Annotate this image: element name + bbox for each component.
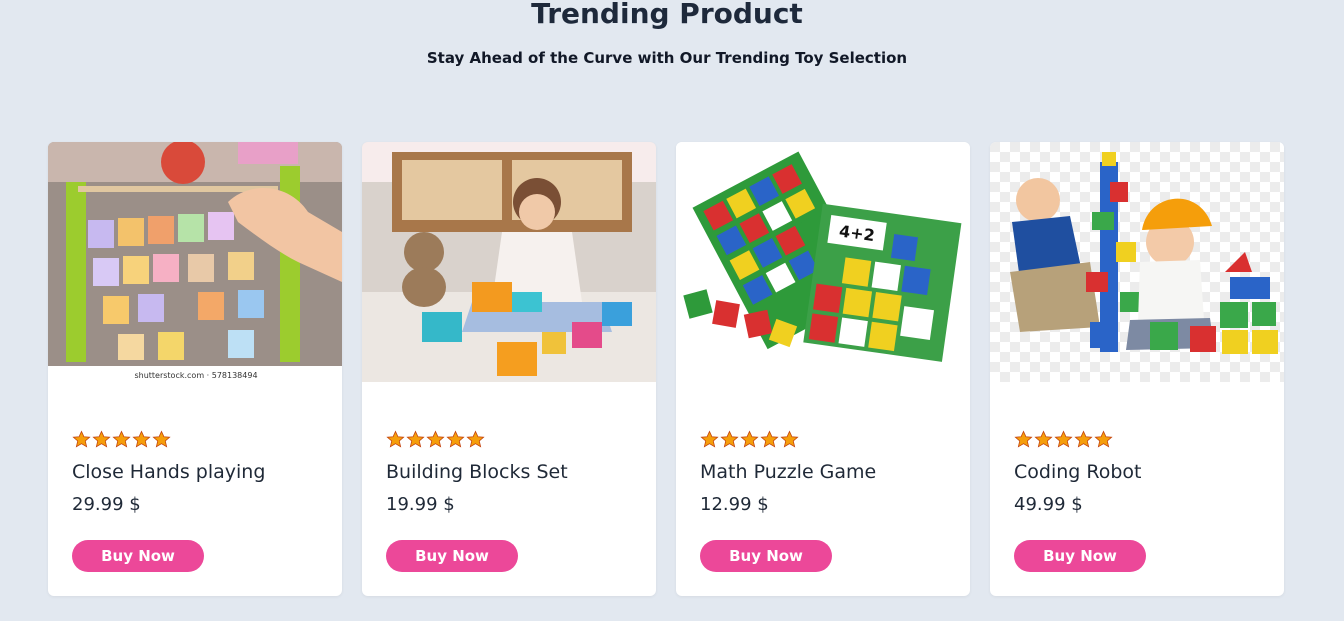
section-title: Trending Product — [531, 0, 803, 30]
star-icon — [386, 430, 405, 449]
product-price: 12.99 $ — [700, 494, 769, 515]
rating-stars — [72, 430, 171, 449]
star-icon — [92, 430, 111, 449]
star-icon — [1014, 430, 1033, 449]
star-icon — [760, 430, 779, 449]
star-icon — [152, 430, 171, 449]
product-image[interactable] — [990, 142, 1284, 382]
buy-now-button[interactable]: Buy Now — [72, 540, 204, 572]
star-icon — [132, 430, 151, 449]
product-image[interactable]: shutterstock.com · 578138494 — [48, 142, 342, 382]
star-icon — [1074, 430, 1093, 449]
product-name: Coding Robot — [1014, 461, 1142, 483]
buy-now-button[interactable]: Buy Now — [1014, 540, 1146, 572]
star-icon — [740, 430, 759, 449]
buy-now-button[interactable]: Buy Now — [386, 540, 518, 572]
star-icon — [1034, 430, 1053, 449]
star-icon — [406, 430, 425, 449]
product-name: Math Puzzle Game — [700, 461, 877, 483]
star-icon — [112, 430, 131, 449]
rating-stars — [386, 430, 485, 449]
rating-stars — [700, 430, 799, 449]
product-grid: shutterstock.com · 578138494 Close Hands… — [48, 142, 1284, 596]
product-price: 19.99 $ — [386, 494, 455, 515]
image-watermark: shutterstock.com · 578138494 — [134, 371, 257, 380]
star-icon — [780, 430, 799, 449]
star-icon — [700, 430, 719, 449]
section-subtitle: Stay Ahead of the Curve with Our Trendin… — [426, 49, 908, 67]
product-price: 49.99 $ — [1014, 494, 1083, 515]
product-card: Coding Robot 49.99 $ Buy Now — [990, 142, 1284, 596]
product-card: 4+2 Math Puzzle Game 12.99 $ Buy Now — [676, 142, 970, 596]
product-price: 29.99 $ — [72, 494, 141, 515]
star-icon — [466, 430, 485, 449]
star-icon — [720, 430, 739, 449]
product-image[interactable] — [362, 142, 656, 382]
star-icon — [426, 430, 445, 449]
product-image[interactable]: 4+2 — [676, 142, 970, 382]
product-card: Building Blocks Set 19.99 $ Buy Now — [362, 142, 656, 596]
star-icon — [1054, 430, 1073, 449]
buy-now-button[interactable]: Buy Now — [700, 540, 832, 572]
product-card: shutterstock.com · 578138494 Close Hands… — [48, 142, 342, 596]
star-icon — [446, 430, 465, 449]
product-name: Close Hands playing — [72, 461, 266, 483]
product-name: Building Blocks Set — [386, 461, 568, 483]
star-icon — [72, 430, 91, 449]
rating-stars — [1014, 430, 1113, 449]
star-icon — [1094, 430, 1113, 449]
